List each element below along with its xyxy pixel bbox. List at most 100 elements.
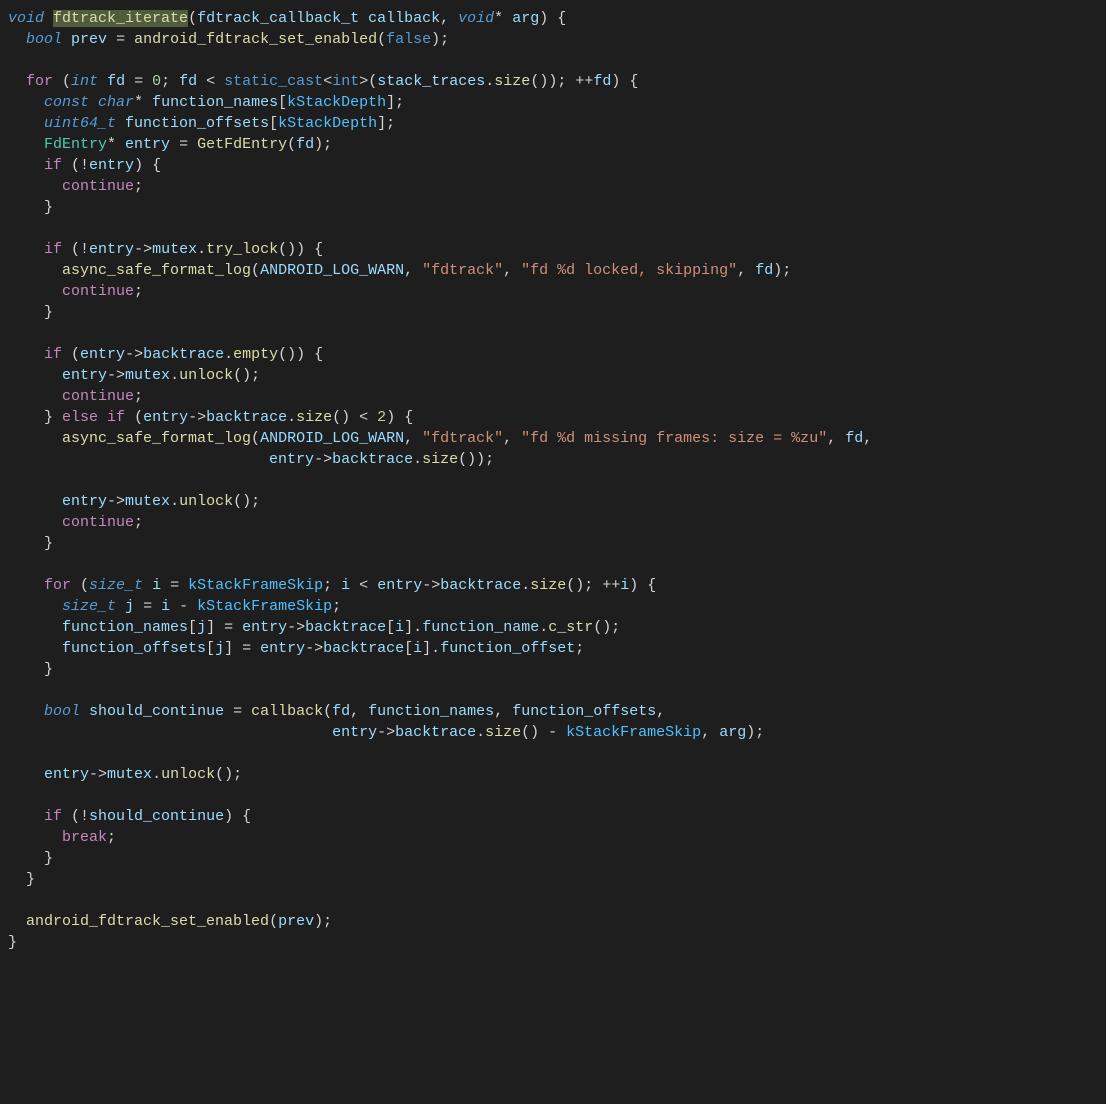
code-token: . bbox=[413, 451, 422, 468]
code-token: ; bbox=[134, 178, 143, 195]
code-token: if bbox=[44, 157, 62, 174]
code-token: ; bbox=[134, 514, 143, 531]
code-token bbox=[8, 241, 44, 258]
code-token: ANDROID_LOG_WARN bbox=[260, 430, 404, 447]
code-token: [ bbox=[188, 619, 197, 636]
code-token: ); bbox=[314, 913, 332, 930]
code-token: if bbox=[44, 241, 62, 258]
code-token bbox=[8, 598, 62, 615]
code-token bbox=[8, 514, 62, 531]
code-token: mutex bbox=[107, 766, 152, 783]
code-token: 2 bbox=[377, 409, 386, 426]
code-token: - bbox=[170, 598, 197, 615]
code-token: entry bbox=[332, 724, 377, 741]
code-token: static_cast bbox=[224, 73, 323, 90]
code-token: should_continue bbox=[89, 703, 224, 720]
code-token: entry bbox=[62, 493, 107, 510]
code-token: function_offsets bbox=[125, 115, 269, 132]
code-token: if bbox=[107, 409, 125, 426]
code-token: "fd %d locked, skipping" bbox=[521, 262, 737, 279]
code-token: fd bbox=[179, 73, 197, 90]
code-token: void bbox=[8, 10, 44, 27]
code-token bbox=[8, 703, 44, 720]
code-token: empty bbox=[233, 346, 278, 363]
code-token: function_names bbox=[368, 703, 494, 720]
code-token: -> bbox=[287, 619, 305, 636]
code-token: (); bbox=[215, 766, 242, 783]
code-token: < bbox=[323, 73, 332, 90]
code-token: for bbox=[26, 73, 53, 90]
code-token bbox=[44, 10, 53, 27]
code-token: function_names bbox=[152, 94, 278, 111]
code-token: = bbox=[170, 136, 197, 153]
code-token: , bbox=[404, 262, 422, 279]
code-token: arg bbox=[719, 724, 746, 741]
code-token: (); bbox=[233, 493, 260, 510]
code-token: () - bbox=[521, 724, 566, 741]
code-token: GetFdEntry bbox=[197, 136, 287, 153]
code-token: if bbox=[44, 346, 62, 363]
code-token: fd bbox=[593, 73, 611, 90]
code-token: * bbox=[134, 94, 152, 111]
code-token bbox=[80, 703, 89, 720]
code-token: (); bbox=[233, 367, 260, 384]
code-token: ; bbox=[161, 73, 179, 90]
code-token: . bbox=[197, 241, 206, 258]
code-token: , bbox=[503, 262, 521, 279]
code-token: continue bbox=[62, 514, 134, 531]
code-token: } bbox=[8, 871, 35, 888]
code-token bbox=[8, 388, 62, 405]
code-token: ]. bbox=[404, 619, 422, 636]
code-token bbox=[8, 493, 62, 510]
code-token: fdtrack_iterate bbox=[53, 10, 188, 27]
code-token: , bbox=[656, 703, 665, 720]
code-token: -> bbox=[314, 451, 332, 468]
code-token: continue bbox=[62, 388, 134, 405]
code-token: ()) { bbox=[278, 346, 323, 363]
code-token: mutex bbox=[152, 241, 197, 258]
code-token: ()) { bbox=[278, 241, 323, 258]
code-token bbox=[8, 157, 44, 174]
code-token: entry bbox=[80, 346, 125, 363]
code-token: , bbox=[494, 703, 512, 720]
code-token: unlock bbox=[179, 493, 233, 510]
code-token: backtrace bbox=[206, 409, 287, 426]
code-token bbox=[8, 808, 44, 825]
code-token bbox=[8, 451, 269, 468]
code-token: ); bbox=[314, 136, 332, 153]
code-token: j bbox=[197, 619, 206, 636]
code-token: ( bbox=[287, 136, 296, 153]
code-token: } bbox=[8, 409, 62, 426]
code-token: -> bbox=[125, 346, 143, 363]
code-token: backtrace bbox=[332, 451, 413, 468]
code-token bbox=[8, 31, 26, 48]
code-token: kStackFrameSkip bbox=[566, 724, 701, 741]
code-token: ( bbox=[71, 577, 89, 594]
code-token bbox=[8, 829, 62, 846]
code-token: j bbox=[125, 598, 134, 615]
code-token: . bbox=[152, 766, 161, 783]
code-token: int bbox=[71, 73, 98, 90]
code-token bbox=[8, 577, 44, 594]
code-token: i bbox=[395, 619, 404, 636]
code-token: fd bbox=[107, 73, 125, 90]
code-token: -> bbox=[188, 409, 206, 426]
code-token: < bbox=[350, 577, 377, 594]
code-token: entry bbox=[89, 241, 134, 258]
code-token: . bbox=[170, 493, 179, 510]
code-token: i bbox=[341, 577, 350, 594]
code-token: -> bbox=[422, 577, 440, 594]
code-token: = bbox=[134, 598, 161, 615]
code-token: [ bbox=[386, 619, 395, 636]
code-token: ANDROID_LOG_WARN bbox=[260, 262, 404, 279]
code-block[interactable]: void fdtrack_iterate(fdtrack_callback_t … bbox=[8, 8, 1098, 953]
code-token: kStackDepth bbox=[278, 115, 377, 132]
code-token: ) { bbox=[386, 409, 413, 426]
code-token: kStackFrameSkip bbox=[197, 598, 332, 615]
code-token: size_t bbox=[89, 577, 143, 594]
code-token: } bbox=[8, 199, 53, 216]
code-token: entry bbox=[44, 766, 89, 783]
code-token: fdtrack_callback_t bbox=[197, 10, 359, 27]
code-token: android_fdtrack_set_enabled bbox=[134, 31, 377, 48]
code-token: entry bbox=[125, 136, 170, 153]
